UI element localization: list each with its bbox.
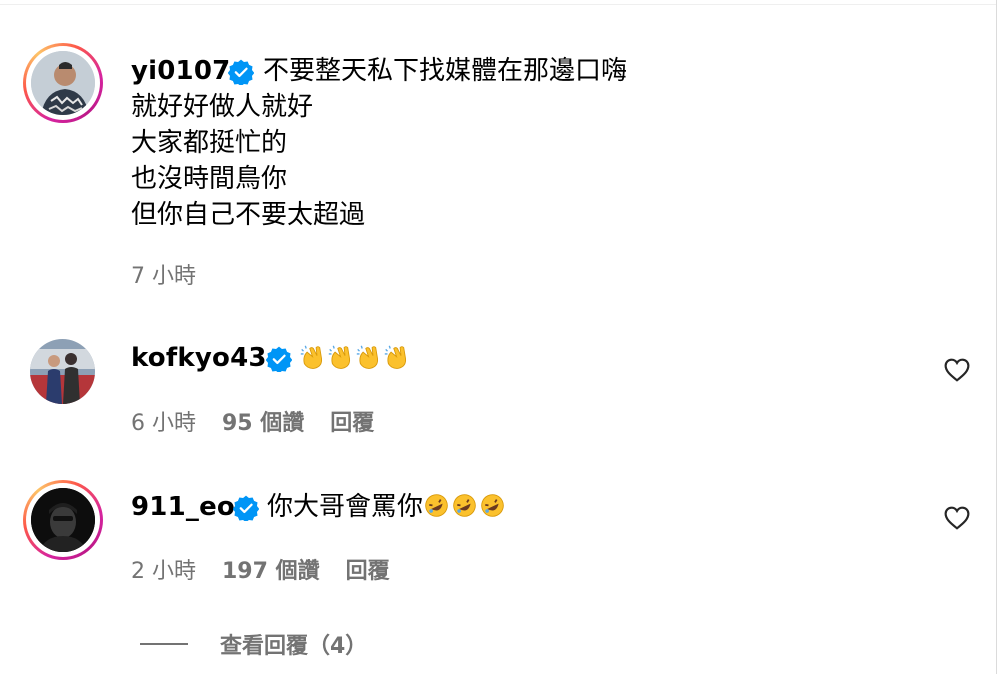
story-ring[interactable] [23,43,103,123]
rolling-on-floor-laughing-icon [425,494,448,517]
likes-count[interactable]: 197 個讚 [222,558,320,586]
reply-button[interactable]: 回覆 [330,410,374,438]
comment-timestamp[interactable]: 7 小時 [131,263,196,291]
heart-icon[interactable] [944,506,970,530]
reply-button[interactable]: 回覆 [346,558,390,586]
avatar[interactable] [31,488,95,552]
replies-divider [140,643,188,645]
avatar[interactable] [31,51,95,115]
view-replies-label[interactable]: 查看回覆（4） [220,628,367,660]
top-divider [0,4,996,5]
view-replies-button[interactable]: 查看回覆（4） [140,628,367,660]
rolling-on-floor-laughing-icon [481,494,504,517]
comment-timestamp[interactable]: 6 小時 [131,410,196,438]
scrollbar-track[interactable] [996,0,997,674]
comment-text: 你大哥會罵你 [267,492,424,522]
clapping-hands-icon [356,345,379,369]
username[interactable]: 911_eo [131,491,235,523]
story-ring[interactable] [23,480,103,560]
verified-badge-icon [266,346,292,372]
avatar[interactable] [30,339,95,404]
verified-badge-icon [233,495,259,521]
likes-count[interactable]: 95 個讚 [222,410,304,438]
comment-timestamp[interactable]: 2 小時 [131,558,196,586]
clapping-hands-icon [328,345,351,369]
comment-text: 不要整天私下找媒體在那邊口嗨 就好好做人就好 大家都挺忙的 也沒時間鳥你 但你自… [131,56,628,230]
rolling-on-floor-laughing-icon [453,494,476,517]
clapping-hands-icon [384,345,407,369]
clapping-hands-icon [300,345,323,369]
username[interactable]: kofkyo43 [131,342,267,374]
heart-icon[interactable] [944,358,970,382]
